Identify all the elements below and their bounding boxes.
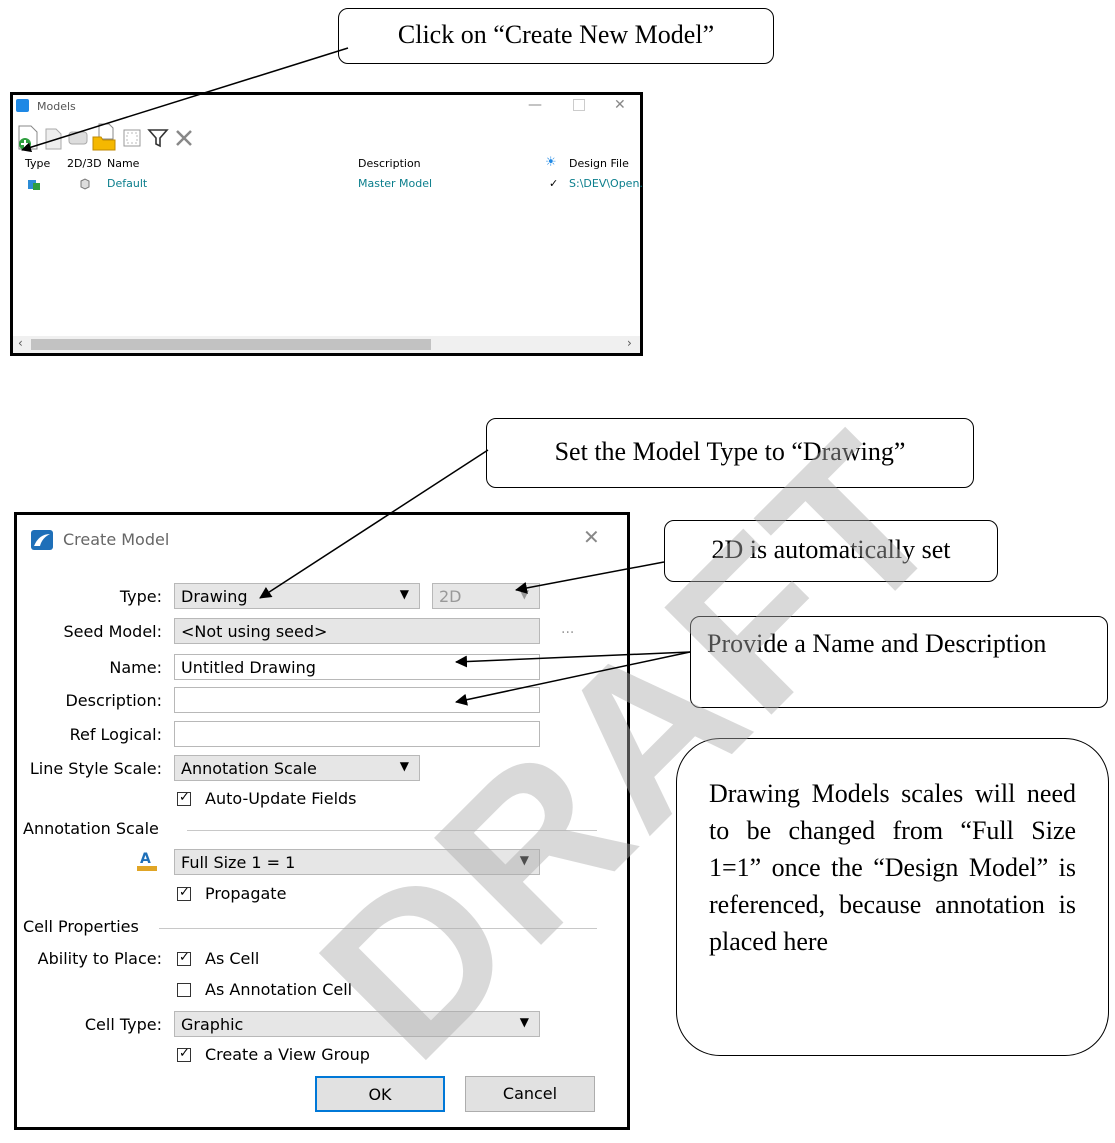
arrow-auto-2d xyxy=(515,561,665,594)
arrow-description xyxy=(455,651,691,706)
arrow-name xyxy=(455,651,691,668)
callout-arrows xyxy=(259,449,691,706)
arrow-model-type xyxy=(259,449,489,599)
